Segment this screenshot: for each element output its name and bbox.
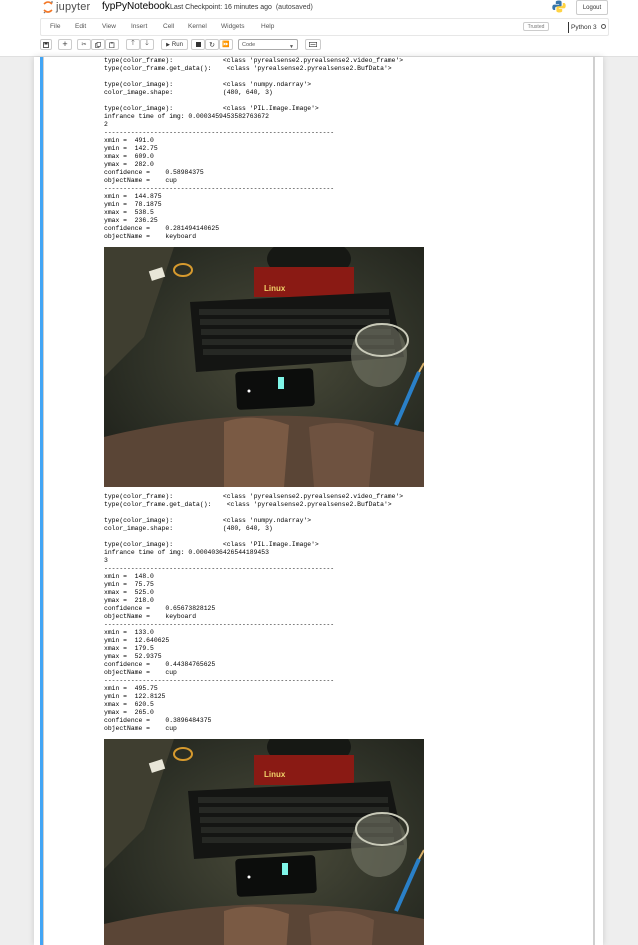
move-down-button[interactable]: 🡓 [140, 39, 154, 50]
kernel-separator [568, 22, 569, 33]
trusted-badge[interactable]: Trusted [523, 22, 549, 31]
cell-output-image-1: Linux [104, 247, 424, 487]
menu-edit[interactable]: Edit [75, 23, 86, 30]
checkpoint-status: Last Checkpoint: 16 minutes ago (autosav… [170, 4, 313, 11]
cut-button[interactable]: ✂ [77, 39, 91, 50]
camera-frame-2: Linux [104, 739, 424, 945]
play-icon: ▶ [166, 41, 170, 48]
menu-widgets[interactable]: Widgets [221, 23, 244, 30]
notebook-name[interactable]: fypPyNotebook [102, 1, 170, 12]
paste-icon [109, 41, 115, 48]
kernel-name: Python 3 [571, 24, 597, 31]
scissors-icon: ✂ [81, 42, 87, 48]
menu-insert[interactable]: Insert [131, 23, 147, 30]
python-logo-icon [552, 0, 566, 13]
cell-output-image-2: Linux [104, 739, 424, 945]
chevron-down-icon: ▼ [289, 44, 294, 50]
paste-button[interactable] [105, 39, 119, 50]
run-label: Run [171, 41, 183, 48]
menu-help[interactable]: Help [261, 23, 274, 30]
cell-border-right [594, 57, 595, 945]
arrow-down-icon: 🡓 [145, 40, 149, 47]
autosave-status: (autosaved) [275, 4, 313, 11]
menu-cell[interactable]: Cell [163, 23, 174, 30]
restart-button[interactable]: ↻ [205, 39, 219, 50]
stop-icon [195, 42, 201, 47]
command-palette-button[interactable] [305, 39, 321, 50]
restart-icon: ↻ [209, 41, 215, 49]
restart-run-all-button[interactable]: ⏩ [219, 39, 233, 50]
cell-output-text-1: type(color_frame): <class 'pyrealsense2.… [104, 57, 404, 240]
cell-type-select[interactable]: Code ▼ [238, 39, 298, 50]
save-icon [43, 41, 49, 48]
insert-cell-button[interactable]: + [58, 39, 72, 50]
logout-button[interactable]: Logout [576, 0, 608, 15]
fast-forward-icon: ⏩ [222, 42, 230, 48]
cell-output-text-2: type(color_frame): <class 'pyrealsense2.… [104, 493, 404, 732]
save-button[interactable] [40, 39, 52, 50]
copy-icon [95, 41, 101, 48]
jupyter-logo-icon [43, 1, 53, 14]
jupyter-logo[interactable]: jupyter [42, 0, 90, 14]
interrupt-button[interactable] [191, 39, 205, 50]
kernel-idle-icon [601, 24, 606, 29]
camera-frame-1: Linux [104, 247, 424, 487]
plus-icon: + [62, 39, 68, 49]
checkpoint-text: Last Checkpoint: 16 minutes ago [170, 4, 272, 11]
jupyter-logo-text: jupyter [56, 1, 91, 13]
menu-kernel[interactable]: Kernel [188, 23, 207, 30]
copy-button[interactable] [91, 39, 105, 50]
arrow-up-icon: 🡑 [131, 40, 135, 47]
run-button[interactable]: ▶ Run [161, 39, 188, 50]
keyboard-icon [309, 42, 317, 47]
menu-file[interactable]: File [50, 23, 60, 30]
menu-view[interactable]: View [102, 23, 116, 30]
book-title-text: Linux [264, 284, 286, 293]
book-title-text-2: Linux [264, 770, 286, 779]
notebook-header: jupyter fypPyNotebook Last Checkpoint: 1… [0, 0, 638, 57]
cell-type-value: Code [242, 42, 256, 48]
menubar: File Edit View Insert Cell Kernel Widget… [40, 18, 609, 36]
move-up-button[interactable]: 🡑 [126, 39, 140, 50]
